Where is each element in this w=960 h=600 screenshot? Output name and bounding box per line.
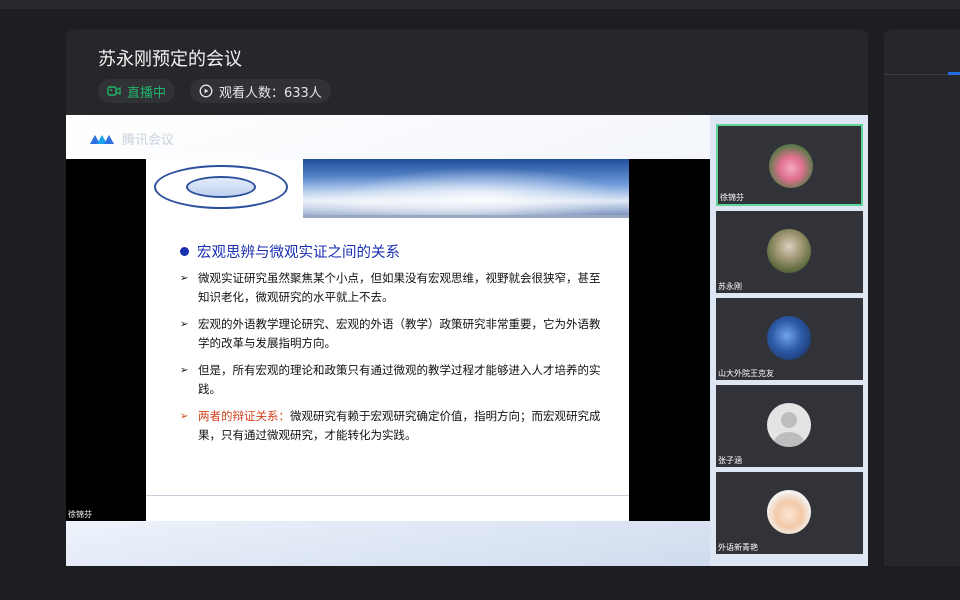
arrow-bullet-icon: ➢ [180,411,189,422]
participant-name: 外语新青艳 [718,543,758,552]
bullet-text: 微观实证研究虽然聚焦某个小点，但如果没有宏观思维，视野就会很狭窄，甚至知识老化，… [198,271,601,304]
arrow-bullet-icon: ➢ [180,365,189,376]
meeting-title: 苏永刚预定的会议 [98,49,242,70]
meeting-card: 苏永刚预定的会议 直播中 观看人数：633人 腾讯会议 宏观思辨与微观实证之间的… [66,29,868,566]
app-logo-text: 腾讯会议 [122,133,175,148]
share-background-decoration [66,521,710,566]
cartoon-girl-avatar-icon [767,490,811,534]
slide-bullet: ➢ 微观实证研究虽然聚焦某个小点，但如果没有宏观思维，视野就会很狭窄，甚至知识老… [180,269,610,307]
lotus-avatar-icon [769,144,813,188]
play-circle-icon [199,84,213,98]
participant-tile[interactable]: 山大外院王克友 [716,298,863,380]
slide-bullet: ➢ 宏观的外语教学理论研究、宏观的外语（教学）政策研究非常重要，它为外语教学的改… [180,315,610,353]
arrow-bullet-icon: ➢ [180,273,189,284]
bullet-text: 宏观的外语教学理论研究、宏观的外语（教学）政策研究非常重要，它为外语教学的改革与… [198,317,601,350]
banner-divider [303,215,629,218]
bullet-text: 两者的辩证关系：微观研究有赖于宏观研究确定价值，指明方向；而宏观研究成果，只有通… [198,407,610,445]
participant-name: 徐锦芬 [720,193,744,202]
participant-tile[interactable]: 徐锦芬 [716,124,863,206]
participant-tile[interactable]: 张子涵 [716,385,863,467]
live-label: 直播中 [127,85,167,101]
participant-name: 苏永刚 [718,282,742,291]
default-user-avatar-icon [767,403,811,447]
participant-tile[interactable]: 外语新青艳 [716,472,863,554]
participant-name: 张子涵 [718,456,742,465]
top-bar [0,0,960,9]
viewer-count-badge: 观看人数：633人 [190,79,331,103]
video-camera-icon [107,86,121,96]
night-sky-avatar-icon [767,316,811,360]
participant-tile[interactable]: 苏永刚 [716,211,863,293]
slide-bullet: ➢ 但是，所有宏观的理论和政策只有通过微观的教学过程才能够进入人才培养的实践。 [180,361,610,399]
letterbox-right [629,159,710,521]
sharer-name-label: 徐锦芬 [68,510,92,519]
bullet-dot-icon [180,247,189,256]
live-status-badge: 直播中 [98,79,176,103]
arrow-bullet-icon: ➢ [180,319,189,330]
tencent-meeting-logo: 腾讯会议 [88,129,174,148]
side-panel [884,29,960,566]
viewer-count-label: 观看人数：633人 [219,85,322,101]
slide-heading-text: 宏观思辨与微观实证之间的关系 [197,245,400,261]
video-stage[interactable]: 腾讯会议 宏观思辨与微观实证之间的关系 ➢ 微观实证研究虽然聚焦某个小点，但如果… [66,115,868,566]
slide-bullet: ➢ 两者的辩证关系：微观研究有赖于宏观研究确定价值，指明方向；而宏观研究成果，只… [180,407,610,445]
bullet-highlight: 两者的辩证关系： [198,409,290,423]
bullet-text: 但是，所有宏观的理论和政策只有通过微观的教学过程才能够进入人才培养的实践。 [198,363,601,396]
slide-footer-line [146,495,629,496]
university-logo [154,165,288,209]
slide-banner [303,159,629,215]
user-photo-avatar-icon [767,229,811,273]
screen-share-view[interactable]: 腾讯会议 宏观思辨与微观实证之间的关系 ➢ 微观实证研究虽然聚焦某个小点，但如果… [66,115,710,566]
side-panel-tab-indicator[interactable] [948,72,960,75]
presentation-slide: 宏观思辨与微观实证之间的关系 ➢ 微观实证研究虽然聚焦某个小点，但如果没有宏观思… [146,159,629,521]
letterbox-left [66,159,146,521]
participant-name: 山大外院王克友 [718,369,774,378]
slide-heading: 宏观思辨与微观实证之间的关系 [180,241,400,262]
tencent-meeting-logo-icon [90,134,114,144]
